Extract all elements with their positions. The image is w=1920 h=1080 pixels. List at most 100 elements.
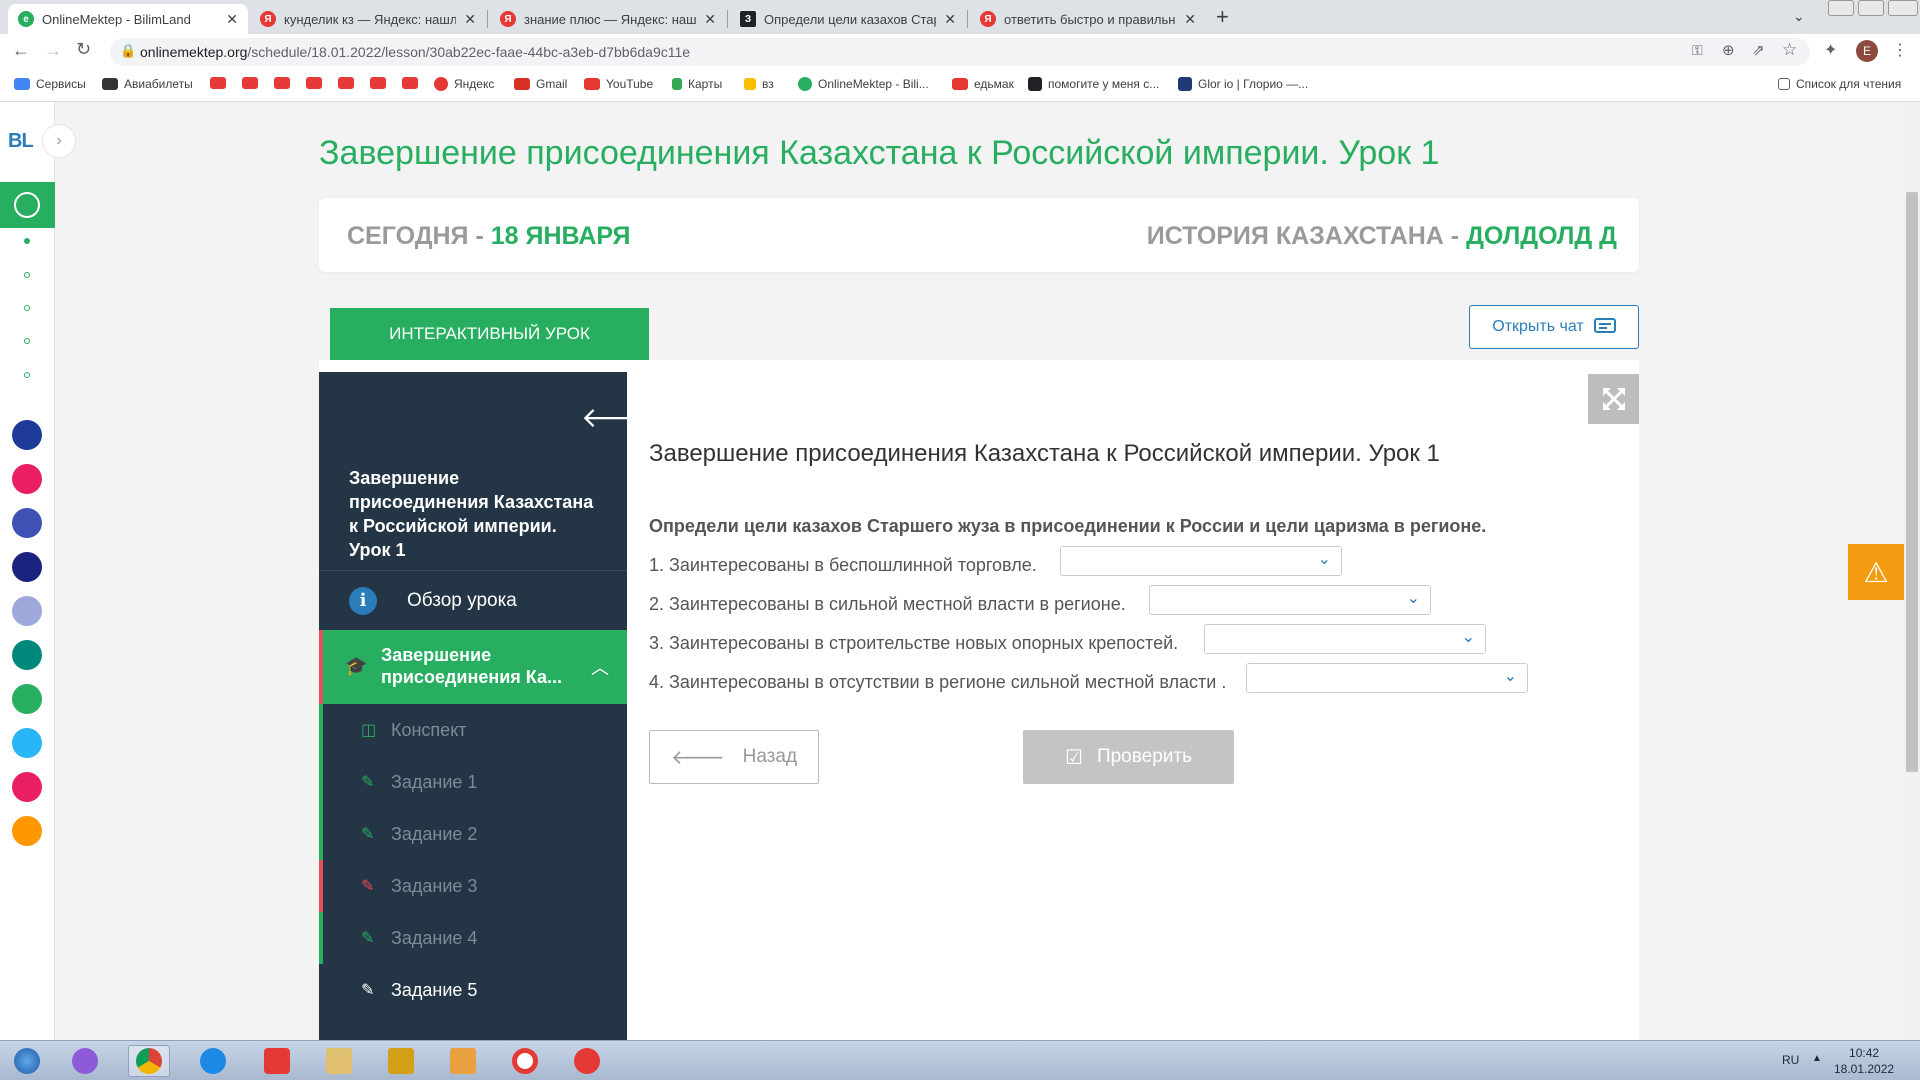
bookmark-vz[interactable]: вз	[744, 77, 774, 91]
rail-expand-chevron-icon[interactable]: ›	[42, 124, 76, 158]
rail-dot[interactable]	[24, 305, 30, 311]
taskbar-yandex-browser[interactable]	[566, 1045, 608, 1077]
sidebar-item-task-3[interactable]: ✎ Задание 3	[319, 860, 627, 912]
open-chat-button[interactable]: Открыть чат	[1469, 305, 1639, 349]
bookmark-youtube-2[interactable]	[242, 77, 264, 89]
close-icon[interactable]: ✕	[944, 11, 956, 28]
bilim-media-icon[interactable]	[12, 508, 42, 538]
bilimland-logo[interactable]: BL	[8, 130, 34, 153]
back-icon[interactable]: ←	[12, 40, 30, 61]
sidebar-section-active[interactable]: 🎓 Завершение присоединения Ка... ︿	[319, 630, 627, 704]
bookmark-youtube[interactable]: YouTube	[584, 77, 653, 91]
close-icon[interactable]: ✕	[704, 11, 716, 28]
answer-select-2[interactable]: ⌄	[1149, 585, 1431, 615]
sidebar-item-overview[interactable]: i Обзор урока	[319, 570, 627, 630]
taskbar-app-calc[interactable]	[380, 1045, 422, 1077]
bookmark-gmail[interactable]: Gmail	[514, 77, 567, 91]
minimize-button[interactable]	[1828, 0, 1854, 16]
bookmark-youtube-3[interactable]	[274, 77, 296, 89]
close-icon[interactable]: ✕	[464, 11, 476, 28]
start-button[interactable]	[6, 1045, 48, 1077]
tab-search-chevron-icon[interactable]: ⌄	[1793, 8, 1805, 25]
tab-onlinemektep[interactable]: e OnlineMektep - BilimLand ✕	[8, 4, 248, 34]
chevron-up-icon[interactable]: ︿	[591, 654, 609, 680]
reload-icon[interactable]: ↻	[76, 39, 91, 60]
back-button[interactable]: 🡐 Назад	[649, 730, 819, 784]
taskbar-app-1[interactable]	[64, 1045, 106, 1077]
bookmark-star-icon[interactable]: ☆	[1782, 40, 1797, 60]
close-window-button[interactable]	[1888, 0, 1918, 16]
tray-expand-icon[interactable]: ▲	[1812, 1053, 1822, 1064]
bilim-tutor-icon[interactable]	[12, 420, 42, 450]
tab-otvetit[interactable]: Я ответить быстро и правильно – ✕	[970, 4, 1206, 34]
bookmark-aviabilety[interactable]: Авиабилеты	[102, 77, 193, 91]
zoom-icon[interactable]: ⊕	[1722, 41, 1735, 59]
forward-icon[interactable]: →	[44, 40, 62, 61]
rail-active-onlinemektep[interactable]	[0, 182, 55, 228]
taskbar-opera[interactable]	[504, 1045, 546, 1077]
sidebar-item-task-1[interactable]: ✎ Задание 1	[319, 756, 627, 808]
bookmark-youtube-1[interactable]	[210, 77, 232, 89]
sidebar-item-task-2[interactable]: ✎ Задание 2	[319, 808, 627, 860]
key-icon[interactable]: ⚿	[1692, 42, 1703, 59]
bilim-land-icon[interactable]	[12, 684, 42, 714]
clock[interactable]: 10:42 18.01.2022	[1834, 1045, 1894, 1077]
bookmark-youtube-4[interactable]	[306, 77, 328, 89]
rail-dot[interactable]	[24, 338, 30, 344]
bilim-ai-icon[interactable]	[12, 728, 42, 758]
bilim-shop-icon[interactable]	[12, 464, 42, 494]
check-button[interactable]: ☑ Проверить	[1023, 730, 1234, 784]
tab-kundelik[interactable]: Я кунделик кз — Яндекс: нашлось ✕	[250, 4, 486, 34]
answer-select-4[interactable]: ⌄	[1246, 663, 1528, 693]
bookmark-glorio[interactable]: Glor io | Глорио —...	[1178, 77, 1308, 91]
bookmark-yandex[interactable]: Яндекс	[434, 77, 494, 91]
new-tab-button[interactable]: +	[1216, 4, 1229, 30]
bookmark-onlinemektep[interactable]: OnlineMektep - Bili...	[798, 77, 929, 91]
sidebar-collapse-arrow-icon[interactable]: 🡐	[581, 400, 656, 434]
smart-nation-icon[interactable]	[12, 552, 42, 582]
bilim-center-icon[interactable]	[12, 640, 42, 670]
sidebar-item-task-4[interactable]: ✎ Задание 4	[319, 912, 627, 964]
tab-opredeli[interactable]: З Определи цели казахов Старше ✕	[730, 4, 966, 34]
sidebar-item-task-5[interactable]: ✎ Задание 5	[319, 964, 627, 1016]
taskbar-explorer[interactable]	[318, 1045, 360, 1077]
bookmark-services[interactable]: Сервисы	[14, 77, 86, 91]
taskbar-chrome[interactable]	[128, 1045, 170, 1077]
menu-kebab-icon[interactable]: ⋮	[1892, 40, 1908, 60]
scrollbar-thumb[interactable]	[1906, 192, 1918, 772]
tab-interactive-lesson[interactable]: ИНТЕРАКТИВНЫЙ УРОК	[330, 308, 649, 360]
rail-dot[interactable]	[24, 272, 30, 278]
taskbar-yandex[interactable]	[256, 1045, 298, 1077]
url-text[interactable]: onlinemektep.org/schedule/18.01.2022/les…	[140, 44, 690, 60]
close-icon[interactable]: ✕	[226, 11, 238, 28]
answer-select-1[interactable]: ⌄	[1060, 546, 1342, 576]
lock-icon[interactable]: 🔒	[120, 43, 136, 59]
znanija-favicon-icon: З	[740, 11, 756, 27]
bookmark-youtube-6[interactable]	[370, 77, 392, 89]
keyboard-language[interactable]: RU	[1782, 1053, 1799, 1067]
reading-list[interactable]: Список для чтения	[1778, 77, 1901, 91]
profile-avatar[interactable]: E	[1856, 40, 1878, 62]
tab-znanie[interactable]: Я знание плюс — Яндекс: нашлось ✕	[490, 4, 726, 34]
bookmark-maps[interactable]: Карты	[672, 77, 722, 91]
restore-button[interactable]	[1858, 0, 1884, 16]
bookmark-youtube-7[interactable]	[402, 77, 424, 89]
share-icon[interactable]: ⇗	[1752, 41, 1765, 59]
twig-icon[interactable]	[12, 772, 42, 802]
sun-icon[interactable]	[12, 816, 42, 846]
extensions-icon[interactable]: ✦	[1824, 40, 1837, 60]
bookmark-youtube-5[interactable]	[338, 77, 360, 89]
rail-dot[interactable]	[24, 372, 30, 378]
book-icon[interactable]	[12, 596, 42, 626]
answer-select-3[interactable]: ⌄	[1204, 624, 1486, 654]
address-bar[interactable]: 🔒 onlinemektep.org/schedule/18.01.2022/l…	[110, 38, 1810, 66]
taskbar-ie[interactable]	[192, 1045, 234, 1077]
taskbar-media[interactable]	[442, 1045, 484, 1077]
fullscreen-button[interactable]	[1588, 374, 1639, 424]
sidebar-item-konspekt[interactable]: ◫ Конспект	[319, 704, 627, 756]
close-icon[interactable]: ✕	[1184, 11, 1196, 28]
bookmark-pomogite[interactable]: помогите у меня с...	[1028, 77, 1159, 91]
rail-dot[interactable]	[24, 238, 30, 244]
report-warning-button[interactable]: ⚠	[1848, 544, 1904, 600]
bookmark-edmak[interactable]: едьмак	[952, 77, 1014, 91]
